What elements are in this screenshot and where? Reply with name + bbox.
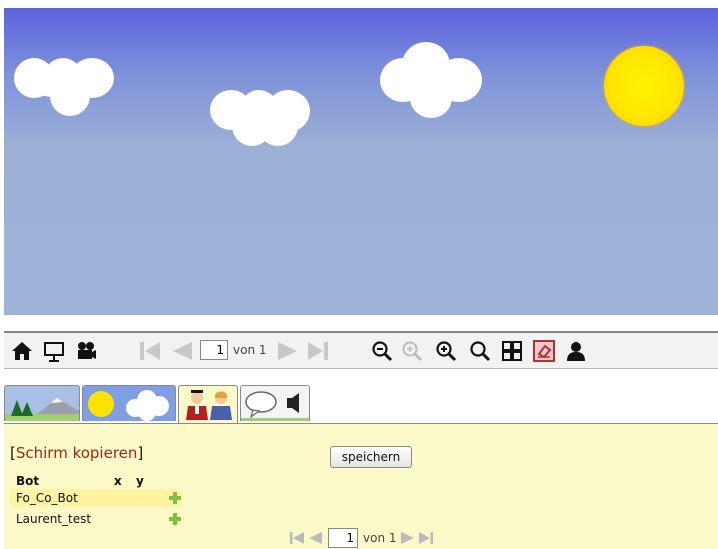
eraser-icon[interactable] bbox=[532, 339, 556, 363]
characters-panel: [Schirm kopieren] speichern Bot x y Fo_C… bbox=[4, 423, 718, 549]
home-icon[interactable] bbox=[10, 339, 34, 363]
cloud-middle[interactable] bbox=[210, 90, 314, 148]
prev-page-icon[interactable] bbox=[170, 339, 194, 363]
panel-page-of-label: von 1 bbox=[363, 531, 397, 545]
save-button[interactable]: speichern bbox=[330, 446, 412, 468]
cloud-right[interactable] bbox=[380, 42, 484, 122]
tab-sky[interactable] bbox=[82, 385, 176, 421]
panel-title: [Schirm kopieren] bbox=[10, 444, 143, 462]
toolbar-pager: von 1 bbox=[200, 340, 267, 360]
sun-cloud-icon bbox=[83, 386, 175, 421]
copy-screen-link[interactable]: Schirm kopieren bbox=[16, 444, 138, 462]
user-icon[interactable] bbox=[564, 339, 588, 363]
column-header-bot: Bot bbox=[16, 474, 40, 488]
sun[interactable] bbox=[604, 46, 684, 126]
prev-page-icon[interactable] bbox=[308, 532, 322, 544]
zoom-out-icon[interactable] bbox=[370, 339, 394, 363]
add-icon[interactable] bbox=[169, 513, 181, 525]
column-header-y: y bbox=[136, 474, 144, 488]
camera-icon[interactable] bbox=[74, 339, 98, 363]
bot-name: Fo_Co_Bot bbox=[16, 491, 78, 505]
title-bracket-close: ] bbox=[137, 444, 144, 462]
first-page-icon[interactable] bbox=[290, 532, 304, 544]
scene-canvas[interactable] bbox=[4, 8, 718, 315]
column-header-x: x bbox=[114, 474, 122, 488]
last-page-icon[interactable] bbox=[306, 339, 330, 363]
next-page-icon[interactable] bbox=[400, 532, 415, 544]
first-page-icon[interactable] bbox=[138, 339, 162, 363]
zoom-reset-icon[interactable] bbox=[400, 339, 424, 363]
last-page-icon[interactable] bbox=[418, 532, 433, 544]
tab-characters[interactable] bbox=[178, 385, 238, 424]
speech-bubble-icon bbox=[241, 386, 309, 421]
people-icon bbox=[186, 390, 232, 420]
bot-row[interactable]: Laurent_test bbox=[10, 510, 182, 528]
presentation-icon[interactable] bbox=[42, 339, 66, 363]
grid-icon[interactable] bbox=[500, 339, 524, 363]
bot-row[interactable]: Fo_Co_Bot bbox=[10, 489, 182, 507]
tab-landscape[interactable] bbox=[4, 385, 80, 421]
cloud-left[interactable] bbox=[14, 58, 119, 120]
next-page-icon[interactable] bbox=[276, 339, 300, 363]
tab-dialog[interactable] bbox=[240, 385, 310, 421]
zoom-in-icon[interactable] bbox=[434, 339, 458, 363]
page-input[interactable] bbox=[200, 340, 228, 360]
toolbar: von 1 bbox=[4, 331, 718, 369]
bot-name: Laurent_test bbox=[16, 512, 92, 526]
zoom-fit-icon[interactable] bbox=[468, 339, 492, 363]
panel-page-input[interactable] bbox=[328, 528, 358, 548]
page-of-label: von 1 bbox=[233, 343, 267, 357]
mountain-icon bbox=[5, 386, 79, 421]
panel-pager: von 1 bbox=[290, 528, 433, 548]
add-icon[interactable] bbox=[169, 492, 181, 504]
